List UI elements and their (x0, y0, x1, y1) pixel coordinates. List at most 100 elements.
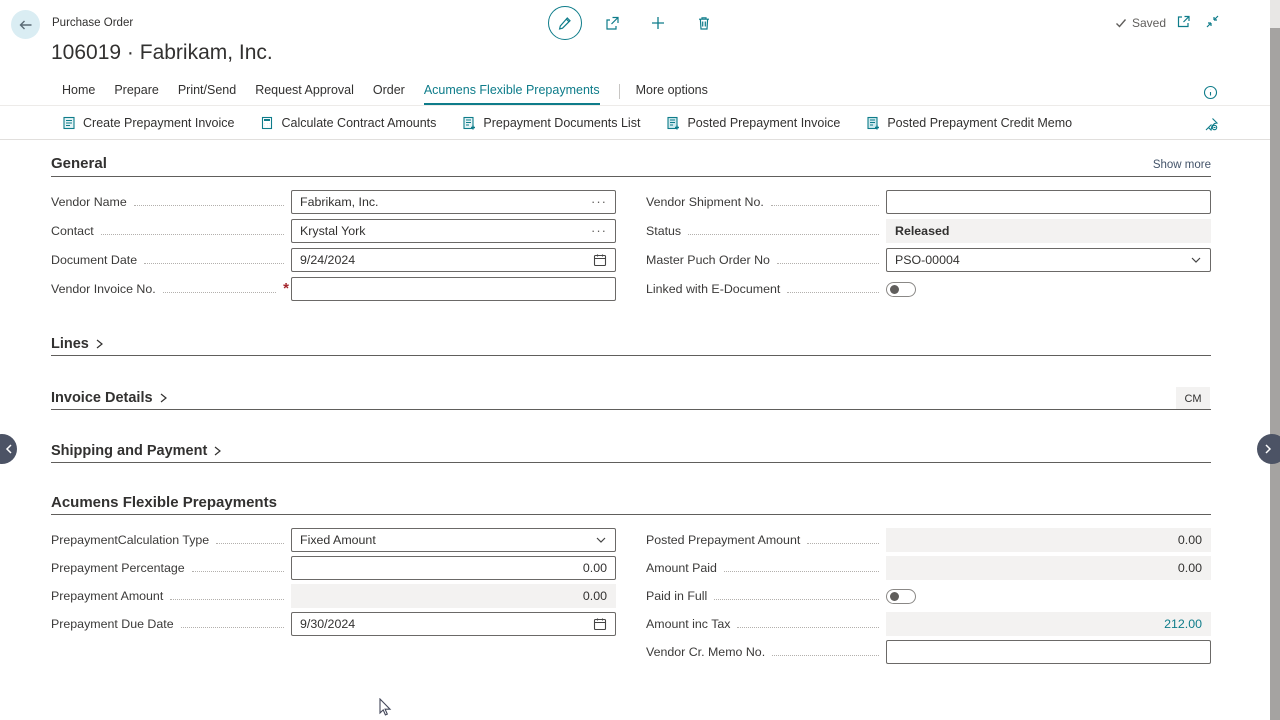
field-row-contact: Contact Krystal York ··· (51, 219, 616, 243)
field-row-document-date: Document Date 9/24/2024 (51, 248, 616, 272)
share-button[interactable] (596, 7, 628, 39)
amount-paid-value: 0.00 (895, 561, 1202, 575)
toggle-knob (890, 285, 899, 294)
show-more-link[interactable]: Show more (1153, 159, 1211, 171)
status-label-wrap: Status (646, 224, 886, 238)
tab-more-options[interactable]: More options (636, 83, 708, 103)
document-list-plus-icon (462, 116, 476, 130)
paid-in-full-toggle[interactable] (886, 589, 916, 604)
previous-record-button[interactable] (0, 434, 17, 464)
dotted-leader (181, 627, 284, 628)
document-date-label: Document Date (51, 253, 137, 267)
prepayments-right-column: Posted Prepayment Amount 0.00 Amount Pai… (646, 528, 1211, 668)
info-button[interactable] (1203, 85, 1218, 100)
tab-order[interactable]: Order (373, 83, 405, 103)
cm-badge: CM (1176, 387, 1210, 410)
amount-inc-tax-label-wrap: Amount inc Tax (646, 617, 886, 631)
vendor-invoice-no-field[interactable] (291, 277, 616, 301)
lines-section-header[interactable]: Lines (51, 336, 105, 352)
calculation-type-label: PrepaymentCalculation Type (51, 533, 209, 547)
prepayment-due-date-field[interactable]: 9/30/2024 (291, 612, 616, 636)
new-button[interactable] (642, 7, 674, 39)
vendor-invoice-no-label: Vendor Invoice No. (51, 282, 156, 296)
prepayments-section-header[interactable]: Acumens Flexible Prepayments (51, 494, 277, 511)
posted-invoice-icon (666, 116, 680, 130)
dotted-leader (807, 543, 879, 544)
calculate-contract-amounts-action[interactable]: Calculate Contract Amounts (260, 116, 436, 130)
vendor-name-label-wrap: Vendor Name (51, 195, 291, 209)
lines-rule (51, 355, 1211, 356)
tab-acumens-flexible-prepayments[interactable]: Acumens Flexible Prepayments (424, 83, 600, 105)
tab-home[interactable]: Home (62, 83, 95, 103)
invoice-details-heading: Invoice Details (51, 390, 153, 406)
general-rule (51, 176, 1211, 177)
general-section-header[interactable]: General (51, 155, 107, 172)
posted-prepayment-amount-label: Posted Prepayment Amount (646, 533, 800, 547)
calculator-icon (260, 116, 274, 130)
next-record-button[interactable] (1257, 434, 1280, 464)
dotted-leader (737, 627, 879, 628)
tab-request-approval[interactable]: Request Approval (255, 83, 354, 103)
pin-button[interactable] (1204, 117, 1219, 132)
amount-paid-label: Amount Paid (646, 561, 717, 575)
popout-window-button[interactable] (1176, 14, 1191, 29)
dotted-leader (772, 655, 879, 656)
contact-field[interactable]: Krystal York ··· (291, 219, 616, 243)
action-label: Posted Prepayment Credit Memo (887, 116, 1072, 130)
tab-print-send[interactable]: Print/Send (178, 83, 236, 103)
prepayment-percentage-field[interactable]: 0.00 (291, 556, 616, 580)
lines-heading: Lines (51, 336, 89, 352)
create-prepayment-invoice-action[interactable]: Create Prepayment Invoice (62, 116, 234, 130)
prepayments-rule (51, 514, 1211, 515)
edit-button[interactable] (548, 6, 582, 40)
collapse-window-button[interactable] (1205, 14, 1220, 29)
prepayment-documents-list-action[interactable]: Prepayment Documents List (462, 116, 640, 130)
dotted-leader (192, 571, 284, 572)
prepayment-due-date-label: Prepayment Due Date (51, 617, 174, 631)
master-puch-order-no-field[interactable]: PSO-00004 (886, 248, 1211, 272)
chevron-down-icon[interactable] (1190, 254, 1202, 266)
lookup-ellipsis-icon[interactable]: ··· (591, 198, 607, 206)
vendor-cr-memo-no-field[interactable] (886, 640, 1211, 664)
page-caption: Purchase Order (52, 17, 133, 29)
posted-prepayment-credit-memo-action[interactable]: Posted Prepayment Credit Memo (866, 116, 1072, 130)
vendor-shipment-no-field[interactable] (886, 190, 1211, 214)
command-icons (548, 6, 720, 40)
lookup-ellipsis-icon[interactable]: ··· (591, 227, 607, 235)
action-label: Prepayment Documents List (483, 116, 640, 130)
vendor-name-field[interactable]: Fabrikam, Inc. ··· (291, 190, 616, 214)
tab-prepare[interactable]: Prepare (114, 83, 158, 103)
field-row-vendor-name: Vendor Name Fabrikam, Inc. ··· (51, 190, 616, 214)
status-value: Released (895, 224, 1202, 238)
field-row-calculation-type: PrepaymentCalculation Type Fixed Amount (51, 528, 616, 552)
delete-button[interactable] (688, 7, 720, 39)
master-puch-order-no-label-wrap: Master Puch Order No (646, 253, 886, 267)
general-right-column: Vendor Shipment No. Status Released Mast… (646, 190, 1211, 306)
chevron-left-icon (4, 444, 14, 454)
linked-with-edocument-toggle[interactable] (886, 282, 916, 297)
document-date-field[interactable]: 9/24/2024 (291, 248, 616, 272)
posted-prepayment-invoice-action[interactable]: Posted Prepayment Invoice (666, 116, 840, 130)
posted-credit-memo-icon (866, 116, 880, 130)
tab-divider (619, 84, 620, 99)
posted-prepayment-amount-label-wrap: Posted Prepayment Amount (646, 533, 886, 547)
dotted-leader (144, 263, 284, 264)
calculation-type-field[interactable]: Fixed Amount (291, 528, 616, 552)
shipping-and-payment-section-header[interactable]: Shipping and Payment (51, 443, 223, 459)
amount-inc-tax-field[interactable]: 212.00 (886, 612, 1211, 636)
field-row-status: Status Released (646, 219, 1211, 243)
invoice-details-section-header[interactable]: Invoice Details (51, 390, 169, 406)
status-field: Released (886, 219, 1211, 243)
chevron-down-icon[interactable] (595, 534, 607, 546)
field-row-prepayment-percentage: Prepayment Percentage 0.00 (51, 556, 616, 580)
field-row-master-puch-order-no: Master Puch Order No PSO-00004 (646, 248, 1211, 272)
prepayment-amount-label: Prepayment Amount (51, 589, 163, 603)
scrollbar-thumb[interactable] (1270, 28, 1280, 720)
prepayment-percentage-label-wrap: Prepayment Percentage (51, 561, 291, 575)
general-left-column: Vendor Name Fabrikam, Inc. ··· Contact K… (51, 190, 616, 306)
calendar-icon[interactable] (593, 253, 607, 267)
prepayment-percentage-label: Prepayment Percentage (51, 561, 185, 575)
calendar-icon[interactable] (593, 617, 607, 631)
back-button[interactable] (11, 10, 40, 39)
action-label: Posted Prepayment Invoice (687, 116, 840, 130)
